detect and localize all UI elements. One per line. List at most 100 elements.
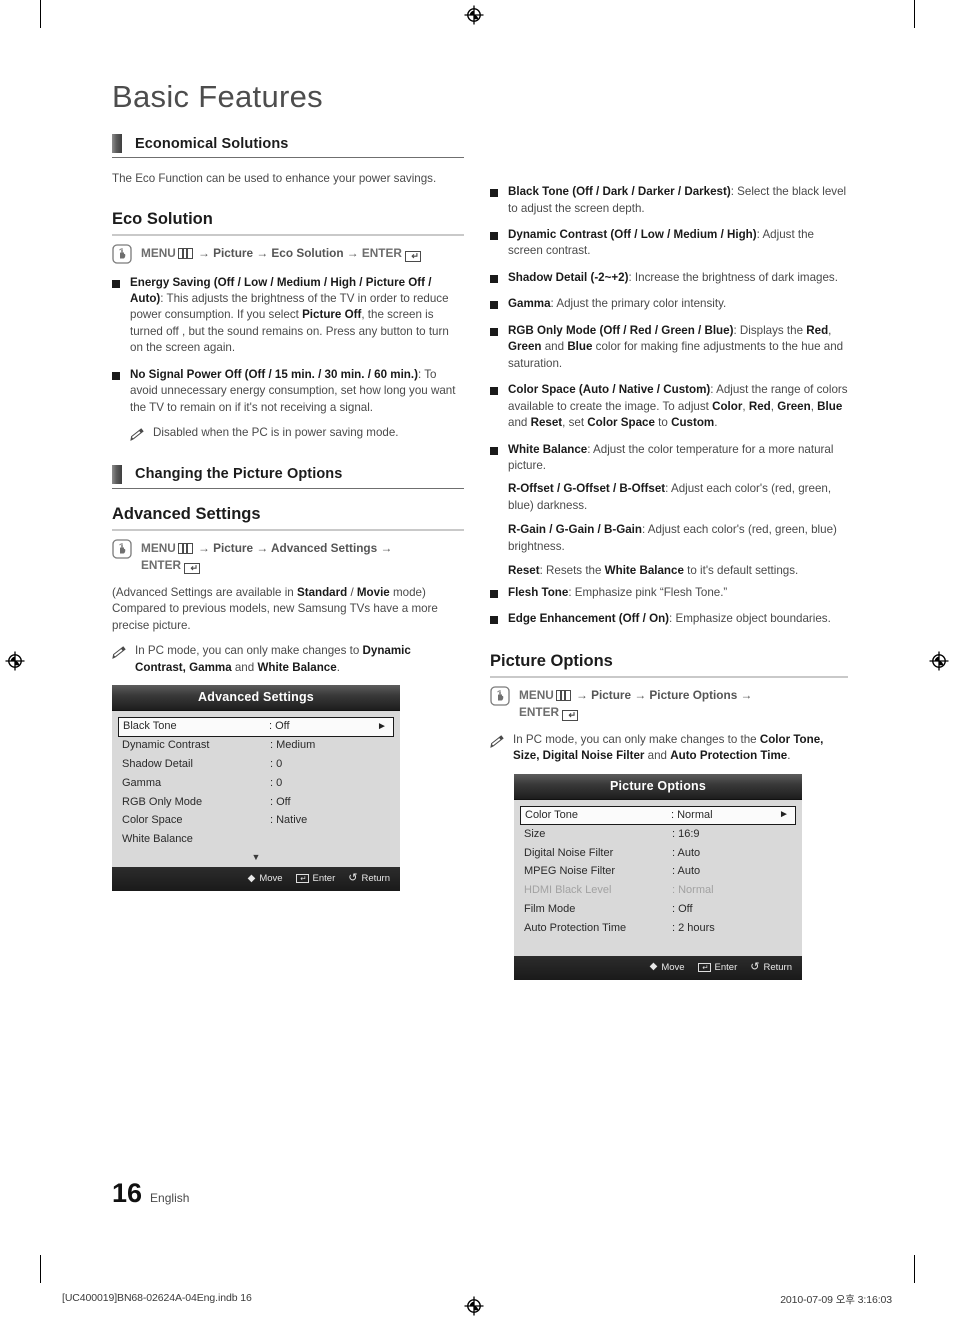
pencil-note-icon (112, 646, 127, 660)
osd-key-label: Return (763, 961, 792, 973)
osd-row-value: : Native (270, 814, 308, 827)
osd-row-rgb-only-mode[interactable]: RGB Only Mode : Off (112, 793, 400, 812)
pencil-note-icon (490, 735, 505, 748)
bullet-text: Flesh Tone: Emphasize pink “Flesh Tone.” (508, 585, 848, 601)
sub-def-gains: R-Gain / G-Gain / B-Gain: Adjust each co… (508, 522, 848, 555)
osd-key-return: ↺ Return (348, 872, 390, 885)
print-metadata-line: [UC400019]BN68-02624A-04Eng.indb 16 2010… (0, 1290, 954, 1312)
para-part-c: / (347, 585, 357, 599)
bullet-square-icon (490, 387, 498, 396)
eco-solution-bullets: Energy Saving (Off / Low / Medium / High… (112, 275, 464, 451)
heading-advanced-settings: Advanced Settings (112, 504, 261, 523)
section-rule (112, 157, 464, 159)
note-part-a: In PC mode, you can only make changes to… (513, 732, 760, 746)
osd-row-label: Film Mode (524, 902, 576, 915)
osd-key-move: ◆ Move (248, 873, 283, 884)
heading-rule (112, 233, 464, 236)
bullet-text: Black Tone (Off / Dark / Darker / Darkes… (508, 184, 848, 217)
section-rule (112, 487, 464, 489)
up-down-arrow-icon: ◆ (649, 961, 658, 973)
bullet-square-icon (490, 274, 498, 283)
osd-row-film-mode[interactable]: Film Mode : Off (514, 900, 802, 919)
note-text: In PC mode, you can only make changes to… (513, 732, 848, 765)
crop-mark-top-right (914, 0, 915, 28)
bullet-dynamic-contrast: Dynamic Contrast (Off / Low / Medium / H… (490, 227, 848, 260)
bullet-term: RGB Only Mode (Off / Red / Green / Blue) (508, 323, 734, 337)
return-arrow-icon: ↺ (348, 872, 358, 885)
osd-row-auto-protection-time[interactable]: Auto Protection Time : 2 hours (514, 919, 802, 938)
menu-grid-icon (555, 689, 571, 701)
note-text: Disabled when the PC is in power saving … (153, 426, 399, 440)
osd-row-dynamic-contrast[interactable]: Dynamic Contrast : Medium (112, 737, 400, 756)
osd-row-mpeg-noise-filter[interactable]: MPEG Noise Filter : Auto (514, 863, 802, 882)
osd-body: Black Tone : Off ► Dynamic Contrast : Me… (112, 711, 400, 868)
pencil-note-icon (130, 428, 145, 442)
crop-mark-top-left (40, 0, 41, 28)
chevron-right-icon: ► (377, 720, 387, 732)
osd-picture-options: Picture Options Color Tone : Normal ► Si… (514, 773, 802, 980)
bullet-text: RGB Only Mode (Off / Red / Green / Blue)… (508, 323, 848, 372)
osd-row-label: Color Tone (525, 808, 578, 821)
bullet-term: Black Tone (Off / Dark / Darker / Darkes… (508, 185, 731, 199)
bullet-term: Dynamic Contrast (Off / Low / Medium / H… (508, 228, 757, 241)
menu-path-mid: → Picture → Advanced Settings → (194, 540, 393, 555)
osd-row-value: : Off (672, 902, 693, 915)
osd-row-label: Black Tone (123, 720, 177, 733)
bullet-text: Dynamic Contrast (Off / Low / Medium / H… (508, 227, 848, 260)
osd-row-color-tone[interactable]: Color Tone : Normal ► (520, 805, 796, 826)
bullet-square-icon (490, 327, 498, 336)
bullet-term: Edge Enhancement (Off / On) (508, 612, 670, 626)
osd-row-color-space[interactable]: Color Space : Native (112, 812, 400, 831)
menu-path-mid: → Picture → Picture Options → (572, 687, 753, 702)
menu-path-eco-solution: MENU → Picture → Eco Solution → ENTER ↵ (112, 243, 464, 264)
osd-row-digital-noise-filter[interactable]: Digital Noise Filter : Auto (514, 844, 802, 863)
osd-row-label: RGB Only Mode (122, 795, 203, 808)
note-part-e: . (787, 749, 791, 763)
section-heading-changing-picture-options: Changing the Picture Options (112, 464, 464, 489)
bullet-shadow-detail: Shadow Detail (-2~+2): Increase the brig… (490, 270, 848, 286)
osd-key-label: Enter (714, 961, 738, 973)
scroll-down-icon[interactable]: ▼ (112, 849, 400, 863)
osd-row-gamma[interactable]: Gamma : 0 (112, 774, 400, 793)
osd-row-label: Shadow Detail (122, 758, 193, 771)
osd-advanced-settings: Advanced Settings Black Tone : Off ► Dyn… (112, 685, 400, 892)
enter-label: ENTER (141, 557, 181, 572)
sub-def-term: Reset (508, 564, 540, 578)
sub-def-reset: Reset: Resets the White Balance to it's … (508, 563, 848, 579)
print-timestamp: 2010-07-09 오후 3:16:03 (780, 1294, 892, 1306)
osd-row-label: White Balance (122, 833, 193, 846)
osd-row-shadow-detail[interactable]: Shadow Detail : 0 (112, 756, 400, 775)
bullet-term: No Signal Power Off (Off / 15 min. / 30 … (130, 367, 418, 381)
osd-row-black-tone[interactable]: Black Tone : Off ► (118, 717, 394, 737)
osd-row-white-balance[interactable]: White Balance (112, 831, 400, 850)
osd-row-value: : Off (269, 720, 290, 733)
section-marker-bar (112, 464, 122, 484)
bullet-text: Edge Enhancement (Off / On): Emphasize o… (508, 611, 848, 627)
registration-mark-left (4, 650, 26, 672)
note-advanced-pc-mode: In PC mode, you can only make changes to… (112, 643, 464, 676)
osd-row-value: : 0 (270, 776, 283, 789)
sub-def-bold: White Balance (604, 564, 684, 578)
osd-row-size[interactable]: Size : 16:9 (514, 825, 802, 844)
osd-row-value: : 16:9 (672, 827, 700, 840)
enter-key-icon: ↵ (561, 709, 578, 721)
osd-row-label: Size (524, 827, 546, 840)
osd-row-value: : Medium (270, 739, 316, 752)
page-number: 16 (112, 1178, 143, 1208)
page-title: Basic Features (112, 79, 323, 114)
osd-spacer (514, 938, 802, 952)
menu-path-mid: → Picture → Eco Solution → (194, 245, 362, 260)
osd-key-enter: ↵ Enter (697, 961, 738, 973)
manual-page: Basic Features Economical Solutions The … (0, 0, 954, 1321)
page-content: Basic Features Economical Solutions The … (112, 79, 848, 980)
osd-key-label: Enter (312, 873, 336, 885)
bullet-gamma: Gamma: Adjust the primary color intensit… (490, 296, 848, 312)
bullet-square-icon (490, 301, 498, 310)
menu-hand-icon (490, 685, 510, 706)
para-bold-standard: Standard (296, 585, 348, 599)
note-bold-d: White Balance (257, 660, 337, 674)
note-part-a: In PC mode, you can only make changes to (135, 644, 363, 658)
bullet-color-space: Color Space (Auto / Native / Custom): Ad… (490, 382, 848, 431)
enter-key-icon: ↵ (183, 562, 200, 574)
section-title: Economical Solutions (135, 135, 289, 152)
